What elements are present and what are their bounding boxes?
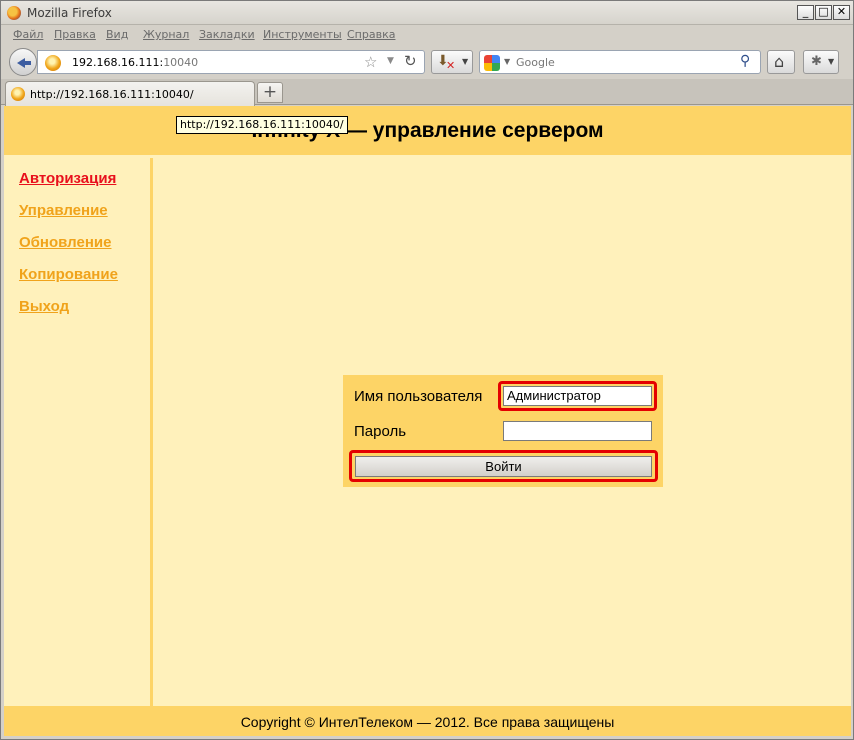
menu-history[interactable]: Журнал — [143, 28, 189, 41]
search-bar[interactable]: ▼ Google ⚲ — [479, 50, 761, 74]
tab-strip: http://192.168.16.111:10040/ + — [1, 79, 853, 106]
bug-icon: ✱ — [811, 54, 822, 69]
copyright-text: Copyright © ИнтелТелеком — 2012. Все пра… — [240, 714, 615, 730]
menu-bar: Файл Правка Вид Журнал Закладки Инструме… — [1, 26, 853, 44]
menu-file[interactable]: Файл — [13, 28, 43, 41]
home-icon: ⌂ — [774, 52, 785, 71]
site-identity-icon[interactable] — [45, 55, 61, 71]
chevron-down-icon: ▼ — [828, 57, 835, 66]
login-form: Имя пользователя Администратор Пароль Во… — [343, 375, 663, 487]
google-icon[interactable] — [484, 55, 500, 71]
menu-help[interactable]: Справка — [347, 28, 395, 41]
firefox-logo-icon — [7, 6, 21, 20]
sidebar-item-management[interactable]: Управление — [19, 202, 108, 219]
nav-toolbar: 192.168.16.111:10040 ☆ ▼ ↻ ⬇ ✕ ▼ ▼ Googl… — [1, 45, 853, 79]
login-button[interactable]: Войти — [355, 456, 652, 477]
title-bar: Mozilla Firefox _ □ ✕ — [1, 1, 853, 25]
new-tab-button[interactable]: + — [257, 82, 283, 103]
url-text[interactable]: 192.168.16.111:10040 — [72, 56, 198, 69]
url-history-dropdown-icon[interactable]: ▼ — [387, 56, 394, 66]
page-header: Infinity X — управление сервером http://… — [4, 106, 851, 155]
downloads-button[interactable]: ⬇ ✕ ▼ — [431, 50, 473, 74]
chevron-down-icon: ▼ — [462, 57, 469, 66]
password-label: Пароль — [354, 423, 407, 440]
tab-active[interactable]: http://192.168.16.111:10040/ — [5, 81, 255, 106]
url-bar[interactable]: 192.168.16.111:10040 ☆ ▼ ↻ — [37, 50, 425, 74]
page-title: Infinity X — управление сервером — [251, 119, 604, 142]
close-button[interactable]: ✕ — [833, 5, 850, 20]
page-footer: Copyright © ИнтелТелеком — 2012. Все пра… — [4, 706, 851, 736]
sidebar-divider — [150, 158, 153, 706]
reload-icon[interactable]: ↻ — [404, 52, 417, 70]
sidebar-item-backup[interactable]: Копирование — [19, 266, 118, 283]
home-button[interactable]: ⌂ — [767, 50, 795, 74]
tab-label: http://192.168.16.111:10040/ — [30, 88, 194, 101]
minimize-button[interactable]: _ — [797, 5, 814, 20]
menu-bookmarks[interactable]: Закладки — [199, 28, 255, 41]
window-title: Mozilla Firefox — [27, 6, 112, 20]
search-input[interactable]: Google — [516, 56, 555, 69]
back-button[interactable] — [9, 48, 37, 76]
cancel-icon: ✕ — [446, 59, 456, 72]
menu-edit[interactable]: Правка — [54, 28, 96, 41]
sidebar-item-authorization[interactable]: Авторизация — [19, 170, 116, 187]
bookmark-star-icon[interactable]: ☆ — [364, 53, 377, 71]
sidebar-item-update[interactable]: Обновление — [19, 234, 111, 251]
favicon-icon — [11, 87, 25, 101]
url-host: 192.168.16.111: — [72, 56, 164, 69]
username-label: Имя пользователя — [354, 388, 483, 405]
engine-dropdown-icon[interactable]: ▼ — [504, 57, 510, 66]
link-tooltip: http://192.168.16.111:10040/ — [176, 116, 348, 134]
page-content: Infinity X — управление сервером http://… — [4, 106, 851, 736]
username-field[interactable]: Администратор — [503, 386, 652, 406]
browser-window: Mozilla Firefox _ □ ✕ Файл Правка Вид Жу… — [0, 0, 854, 740]
menu-tools[interactable]: Инструменты — [263, 28, 342, 41]
maximize-button[interactable]: □ — [815, 5, 832, 20]
sidebar-item-logout[interactable]: Выход — [19, 298, 69, 315]
search-icon[interactable]: ⚲ — [740, 53, 750, 69]
url-port: 10040 — [163, 56, 199, 69]
menu-view[interactable]: Вид — [106, 28, 128, 41]
addon-button[interactable]: ✱ ▼ — [803, 50, 839, 74]
password-field[interactable] — [503, 421, 652, 441]
